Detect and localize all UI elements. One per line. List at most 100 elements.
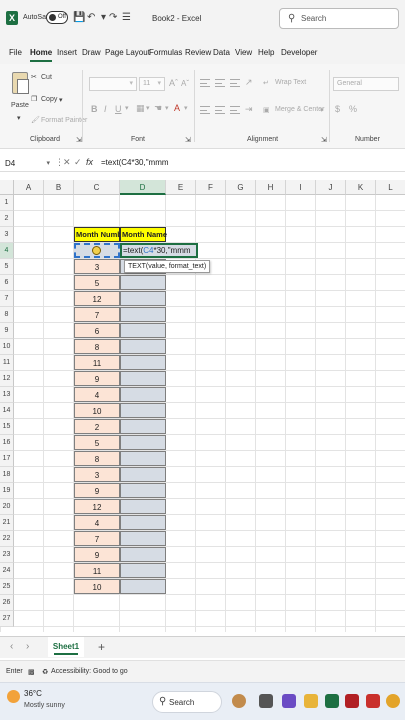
tab-developer[interactable]: Developer	[281, 48, 317, 57]
percent-icon[interactable]: %	[349, 104, 357, 114]
paste-dropdown-icon[interactable]: ▾	[17, 114, 21, 122]
column-header-g[interactable]: G	[226, 180, 256, 195]
tab-insert[interactable]: Insert	[57, 48, 77, 57]
row-header-9[interactable]: 9	[0, 323, 14, 339]
teams-icon[interactable]	[282, 694, 296, 708]
weather-sun-icon[interactable]	[7, 690, 20, 703]
align-bottom-icon[interactable]	[230, 79, 240, 87]
tab-data[interactable]: Data	[213, 48, 230, 57]
align-top-icon[interactable]	[200, 79, 210, 87]
format-painter-icon[interactable]: 🖌	[31, 116, 40, 124]
align-right-icon[interactable]	[230, 106, 240, 114]
month-number-cell[interactable]: 7	[74, 307, 120, 322]
column-header-e[interactable]: E	[166, 180, 196, 195]
chrome-icon[interactable]	[386, 694, 400, 708]
row-header-17[interactable]: 17	[0, 451, 14, 467]
month-number-cell[interactable]: 5	[74, 275, 120, 290]
month-number-cell[interactable]: 9	[74, 371, 120, 386]
row-header-19[interactable]: 19	[0, 483, 14, 499]
row-header-14[interactable]: 14	[0, 403, 14, 419]
previous-sheet-icon[interactable]: ‹	[10, 641, 13, 652]
month-number-cell[interactable]: 11	[74, 563, 120, 578]
select-all-corner[interactable]	[0, 180, 14, 195]
merge-center-icon[interactable]: ▣	[263, 106, 270, 114]
redo-icon[interactable]: ↷	[109, 12, 117, 23]
month-name-cell[interactable]	[120, 275, 166, 290]
month-name-cell[interactable]	[120, 419, 166, 434]
row-header-23[interactable]: 23	[0, 547, 14, 563]
excel-taskbar-icon[interactable]	[325, 694, 339, 708]
row-header-3[interactable]: 3	[0, 227, 14, 243]
month-name-cell[interactable]	[120, 531, 166, 546]
row-header-27[interactable]: 27	[0, 611, 14, 627]
row-header-10[interactable]: 10	[0, 339, 14, 355]
row-header-25[interactable]: 25	[0, 579, 14, 595]
row-header-13[interactable]: 13	[0, 387, 14, 403]
macro-recording-icon[interactable]: ▩	[28, 668, 35, 676]
month-number-cell[interactable]: 9	[74, 547, 120, 562]
font-color-icon[interactable]: A	[174, 103, 180, 113]
tab-page-layout[interactable]: Page Layout	[105, 48, 150, 57]
month-number-cell[interactable]: 4	[74, 515, 120, 530]
title-search-box[interactable]: ⚲ Search	[279, 8, 399, 29]
bold-button[interactable]: B	[91, 104, 98, 114]
app-icon[interactable]	[366, 694, 380, 708]
month-name-cell[interactable]	[120, 403, 166, 418]
month-name-cell[interactable]	[120, 291, 166, 306]
row-header-11[interactable]: 11	[0, 355, 14, 371]
month-number-cell[interactable]: 6	[74, 323, 120, 338]
row-header-4[interactable]: 4	[0, 243, 14, 259]
merge-center-button[interactable]: Merge & Center	[275, 106, 324, 113]
save-icon[interactable]: 💾	[73, 12, 85, 23]
month-number-cell[interactable]: 12	[74, 499, 120, 514]
month-number-header[interactable]: Month Number	[74, 227, 129, 242]
row-header-2[interactable]: 2	[0, 211, 14, 227]
column-header-h[interactable]: H	[256, 180, 286, 195]
align-center-icon[interactable]	[215, 106, 225, 114]
column-header-j[interactable]: J	[316, 180, 346, 195]
undo-icon[interactable]: ↶	[87, 12, 95, 23]
increase-font-icon[interactable]: Aˆ	[169, 78, 178, 88]
fill-color-dropdown-icon[interactable]: ▾	[165, 104, 169, 112]
borders-icon[interactable]: ▦	[136, 103, 145, 114]
align-middle-icon[interactable]	[215, 79, 225, 87]
month-name-header[interactable]: Month Name	[120, 227, 167, 242]
alignment-launcher-icon[interactable]: ⇲	[321, 136, 327, 144]
month-number-cell[interactable]: 12	[74, 291, 120, 306]
font-color-dropdown-icon[interactable]: ▾	[184, 104, 188, 112]
month-number-cell[interactable]: 8	[74, 339, 120, 354]
month-name-cell[interactable]	[120, 371, 166, 386]
copy-button[interactable]: Copy	[41, 96, 57, 103]
column-header-f[interactable]: F	[196, 180, 226, 195]
month-number-cell[interactable]: 10	[74, 579, 120, 594]
row-header-5[interactable]: 5	[0, 259, 14, 275]
wrap-text-icon[interactable]: ↵	[263, 79, 269, 87]
month-number-cell[interactable]: 5	[74, 435, 120, 450]
tab-view[interactable]: View	[235, 48, 252, 57]
copy-dropdown-icon[interactable]: ▾	[59, 96, 63, 104]
accessibility-status[interactable]: Accessibility: Good to go	[51, 668, 128, 675]
month-number-cell[interactable]: 3	[74, 259, 120, 274]
widgets-icon[interactable]	[232, 694, 246, 708]
row-header-1[interactable]: 1	[0, 195, 14, 211]
month-number-cell[interactable]: 3	[74, 467, 120, 482]
column-header-c[interactable]: C	[74, 180, 120, 195]
tab-file[interactable]: File	[9, 48, 22, 57]
month-number-cell[interactable]: 10	[74, 403, 120, 418]
month-number-cell[interactable]: 4	[74, 387, 120, 402]
tab-help[interactable]: Help	[258, 48, 274, 57]
fill-color-icon[interactable]: ☚	[154, 103, 162, 114]
taskbar-search[interactable]: ⚲ Search	[152, 691, 222, 713]
currency-icon[interactable]: $	[335, 104, 340, 114]
font-launcher-icon[interactable]: ⇲	[185, 136, 191, 144]
row-header-18[interactable]: 18	[0, 467, 14, 483]
worksheet-grid[interactable]: A B C D E F G H I J K L 1 2 3 4 5 6 7 8 9 10 11 12 13 14 15 16 17 18 1…	[0, 180, 405, 632]
row-header-20[interactable]: 20	[0, 499, 14, 515]
tab-formulas[interactable]: Formulas	[149, 48, 182, 57]
tab-home[interactable]: Home	[30, 48, 53, 62]
active-edit-cell-d4[interactable]: =text(C4*30,"mmm	[120, 243, 198, 258]
formula-input[interactable]: =text(C4*30,"mmm	[101, 158, 169, 167]
borders-dropdown-icon[interactable]: ▾	[146, 104, 150, 112]
task-view-icon[interactable]	[259, 694, 273, 708]
decrease-font-icon[interactable]: Aˇ	[181, 79, 189, 88]
